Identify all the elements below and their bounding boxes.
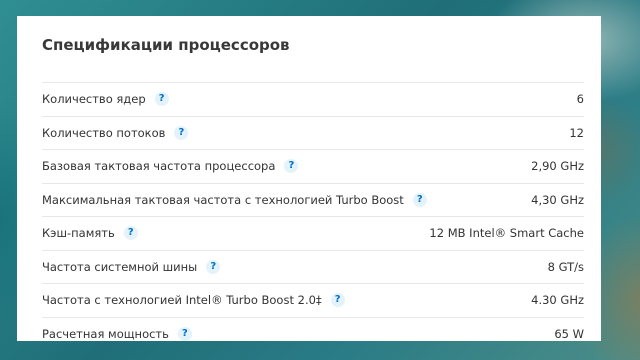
help-icon[interactable]: ? xyxy=(123,226,138,240)
panel-title: Спецификации процессоров xyxy=(42,36,290,54)
spec-label: Расчетная мощность ? xyxy=(42,326,192,341)
spec-row-cache: Кэш-память ? 12 MB Intel® Smart Cache xyxy=(42,216,584,250)
spec-row-bus-speed: Частота системной шины ? 8 GT/s xyxy=(42,249,584,284)
spec-row-tdp: Расчетная мощность ? 65 W xyxy=(42,316,584,351)
spec-label-text: Количество ядер xyxy=(42,92,146,106)
spec-row-turbo-boost-2-frequency: Частота с технологией Intel® Turbo Boost… xyxy=(42,283,584,317)
spec-label-text: Кэш-память xyxy=(42,226,115,240)
spec-label: Базовая тактовая частота процессора ? xyxy=(42,159,299,173)
spec-value: 12 MB Intel® Smart Cache xyxy=(429,226,584,240)
spec-row-max-turbo-frequency: Максимальная тактовая частота с технолог… xyxy=(42,182,584,217)
spec-row-base-frequency: Базовая тактовая частота процессора ? 2,… xyxy=(42,149,584,183)
spec-label-text: Максимальная тактовая частота с технолог… xyxy=(42,192,404,207)
spec-label-text: Базовая тактовая частота процессора xyxy=(42,159,276,173)
spec-label-text: Частота системной шины xyxy=(42,259,198,274)
help-icon[interactable]: ? xyxy=(330,293,345,307)
help-icon[interactable]: ? xyxy=(174,125,189,140)
help-icon[interactable]: ? xyxy=(284,159,299,173)
spec-row-cores: Количество ядер ? 6 xyxy=(42,82,584,116)
help-icon[interactable]: ? xyxy=(177,326,192,341)
spec-value: 2,90 GHz xyxy=(531,159,584,173)
spec-value: 12 xyxy=(569,125,584,140)
help-icon[interactable]: ? xyxy=(206,259,221,274)
spec-label-text: Частота с технологией Intel® Turbo Boost… xyxy=(42,293,322,307)
spec-label: Количество потоков ? xyxy=(42,125,189,140)
spec-label: Максимальная тактовая частота с технолог… xyxy=(42,192,427,207)
spec-value: 65 W xyxy=(554,326,584,341)
processor-specs-card: Спецификации процессоров Количество ядер… xyxy=(17,16,601,341)
spec-row-threads: Количество потоков ? 12 xyxy=(42,115,584,150)
help-icon[interactable]: ? xyxy=(412,192,427,207)
spec-value: 8 GT/s xyxy=(547,259,584,274)
spec-label: Частота с технологией Intel® Turbo Boost… xyxy=(42,293,345,307)
spec-value: 4,30 GHz xyxy=(531,192,584,207)
spec-label-text: Количество потоков xyxy=(42,125,166,140)
spec-label-text: Расчетная мощность xyxy=(42,326,169,341)
help-icon[interactable]: ? xyxy=(154,92,169,106)
specs-list: Количество ядер ? 6 Количество потоков ?… xyxy=(42,82,584,350)
spec-label: Частота системной шины ? xyxy=(42,259,221,274)
spec-value: 6 xyxy=(576,92,584,106)
spec-label: Количество ядер ? xyxy=(42,92,169,106)
spec-label: Кэш-память ? xyxy=(42,226,138,240)
spec-value: 4.30 GHz xyxy=(531,293,584,307)
